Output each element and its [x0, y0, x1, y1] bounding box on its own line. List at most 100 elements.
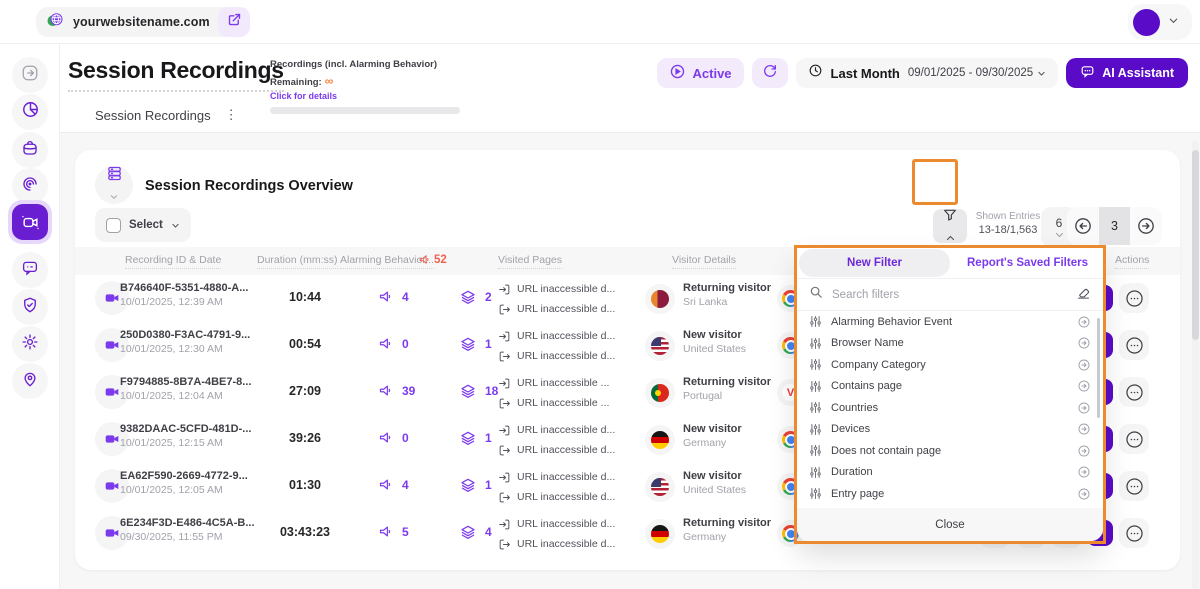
exit-url[interactable]: URL inaccessible d... [517, 491, 615, 503]
remaining-label: Recordings (incl. Alarming Behavior) Rem… [270, 59, 437, 88]
arrow-right-circle-icon[interactable] [1077, 487, 1091, 501]
row-more-options-button[interactable] [1119, 377, 1149, 407]
select-all-checkbox[interactable] [106, 218, 121, 233]
alarming-behavior-cell: 0 [378, 430, 409, 445]
filter-scrollbar[interactable] [1097, 318, 1100, 418]
recording-id[interactable]: B746640F-5351-4880-A... [120, 282, 248, 294]
sidebar-item-privacy[interactable] [12, 289, 48, 325]
arrow-right-circle-icon[interactable] [1077, 358, 1091, 372]
filter-item[interactable]: Does not contain page [797, 440, 1103, 462]
column-duration[interactable]: Duration (mm:ss) [257, 254, 338, 269]
search-icon [809, 285, 823, 304]
previous-page-button[interactable] [1067, 207, 1099, 245]
pages-count: 18 [485, 384, 498, 398]
recording-id[interactable]: 9382DAAC-5CFD-481D-... [120, 423, 251, 435]
row-more-options-button[interactable] [1119, 283, 1149, 313]
recording-id-cell: 6E234F3D-E486-4C5A-B... 09/30/2025, 11:5… [120, 517, 255, 543]
infinity-icon: ∞ [325, 74, 334, 88]
exit-url[interactable]: URL inaccessible d... [517, 350, 615, 362]
tab-menu-icon[interactable]: ⋮ [225, 107, 238, 123]
ellipsis-circle-icon [1124, 523, 1145, 544]
row-more-options-button[interactable] [1119, 518, 1149, 548]
filter-item[interactable]: Devices [797, 419, 1103, 441]
page-scrollbar-thumb[interactable] [1192, 150, 1199, 340]
search-filters-input[interactable] [832, 289, 1067, 301]
refresh-button[interactable] [752, 58, 788, 88]
sliders-icon [809, 444, 822, 457]
filter-item[interactable]: Company Category [797, 354, 1103, 376]
arrow-right-circle-icon[interactable] [1077, 422, 1091, 436]
sidebar-item-settings[interactable] [12, 326, 48, 362]
column-visited-pages[interactable]: Visited Pages [498, 254, 562, 269]
row-more-options-button[interactable] [1119, 471, 1149, 501]
row-more-options-button[interactable] [1119, 330, 1149, 360]
row-more-options-button[interactable] [1119, 424, 1149, 454]
exit-url[interactable]: URL inaccessible d... [517, 303, 615, 315]
arrow-right-circle-icon[interactable] [1077, 465, 1091, 479]
sidebar-item-visitors[interactable] [12, 363, 48, 399]
exit-url[interactable]: URL inaccessible ... [517, 397, 609, 409]
ai-assistant-button[interactable]: AI Assistant [1066, 58, 1188, 88]
tab-session-recordings[interactable]: Session Recordings ⋮ [95, 107, 238, 123]
germany-flag-icon [651, 525, 669, 543]
tab-new-filter[interactable]: New Filter [799, 249, 950, 277]
select-dropdown[interactable]: Select [95, 208, 191, 242]
filter-item[interactable]: Duration [797, 462, 1103, 484]
tab-saved-filters[interactable]: Report's Saved Filters [952, 248, 1103, 278]
filter-button[interactable] [933, 209, 967, 243]
arrow-right-circle-icon[interactable] [1077, 336, 1091, 350]
arrow-right-circle-icon[interactable] [1077, 444, 1091, 458]
filter-item[interactable]: Browser Name [797, 333, 1103, 355]
column-visitor-details[interactable]: Visitor Details [672, 254, 736, 269]
details-link[interactable]: Click for details [270, 91, 465, 101]
filter-close-button[interactable]: Close [797, 508, 1103, 541]
sidebar-item-heatmaps[interactable] [12, 168, 48, 204]
recording-id[interactable]: EA62F590-2669-4772-9... [120, 470, 248, 482]
active-status-button[interactable]: Active [657, 58, 744, 88]
next-page-button[interactable] [1130, 207, 1162, 245]
eraser-icon[interactable] [1076, 285, 1091, 305]
sidebar-item-session-recordings[interactable] [8, 200, 52, 244]
sri-lanka-flag-icon [651, 290, 669, 308]
visited-pages-cell: URL inaccessible d... URL inaccessible d… [498, 279, 615, 319]
sidebar [0, 44, 60, 589]
recording-id[interactable]: F9794885-8B7A-4BE7-8... [120, 376, 251, 388]
arrow-right-circle-icon[interactable] [1077, 379, 1091, 393]
filter-panel: New Filter Report's Saved Filters Alarmi… [797, 248, 1103, 541]
column-recording-id[interactable]: Recording ID & Date [125, 254, 221, 269]
entry-url[interactable]: URL inaccessible ... [517, 377, 609, 389]
column-actions[interactable]: Actions [1115, 254, 1149, 269]
exit-page-icon [498, 491, 511, 504]
arrow-right-circle-icon[interactable] [1077, 401, 1091, 415]
website-selector[interactable]: yourwebsitename.com [36, 7, 244, 37]
entry-url[interactable]: URL inaccessible d... [517, 471, 615, 483]
widget-icon-button[interactable] [95, 166, 133, 204]
filter-item[interactable]: Contains page [797, 376, 1103, 398]
recording-id[interactable]: 250D0380-F3AC-4791-9... [120, 329, 250, 341]
exit-url[interactable]: URL inaccessible d... [517, 538, 615, 550]
date-range-selector[interactable]: Last Month 09/01/2025 - 09/30/2025 [796, 58, 1059, 88]
sidebar-item-dashboard[interactable] [12, 94, 48, 130]
filter-item[interactable]: Entry page [797, 483, 1103, 505]
ai-assistant-label: AI Assistant [1102, 66, 1174, 80]
clock-icon [808, 63, 823, 83]
ai-chat-icon [1080, 64, 1095, 82]
entry-url[interactable]: URL inaccessible d... [517, 424, 615, 436]
exit-url[interactable]: URL inaccessible d... [517, 444, 615, 456]
entry-url[interactable]: URL inaccessible d... [517, 330, 615, 342]
filter-item[interactable]: Alarming Behavior Event [797, 311, 1103, 333]
entry-page-icon [498, 518, 511, 531]
entry-url[interactable]: URL inaccessible d... [517, 283, 615, 295]
exit-page-icon [498, 397, 511, 410]
sidebar-item-collapse[interactable] [12, 57, 48, 93]
recording-id[interactable]: 6E234F3D-E486-4C5A-B... [120, 517, 255, 529]
open-website-button[interactable] [218, 7, 250, 37]
user-menu[interactable] [1128, 4, 1192, 40]
arrow-right-circle-icon[interactable] [1077, 315, 1091, 329]
entry-url[interactable]: URL inaccessible d... [517, 518, 615, 530]
duration-value: 01:30 [260, 478, 350, 492]
filter-item[interactable]: Countries [797, 397, 1103, 419]
sidebar-item-business[interactable] [12, 132, 48, 168]
sidebar-item-feedback[interactable] [12, 252, 48, 288]
filter-panel-tabs: New Filter Report's Saved Filters [797, 248, 1103, 278]
